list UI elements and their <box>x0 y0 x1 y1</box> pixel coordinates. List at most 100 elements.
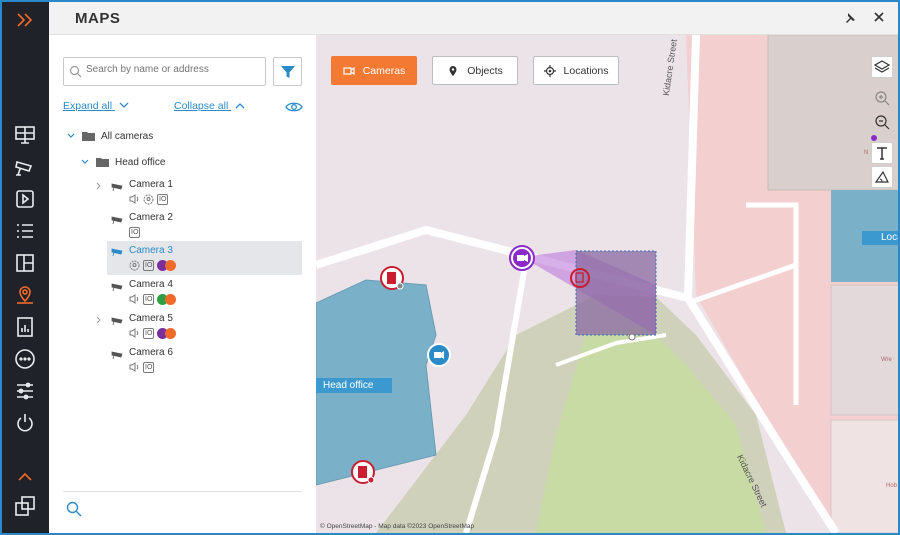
power-icon[interactable] <box>13 411 37 435</box>
map-view[interactable]: Cameras Objects Locations Kidacre Street… <box>316 35 900 533</box>
more-icon[interactable] <box>13 347 37 371</box>
camera-outline-icon <box>343 66 355 75</box>
status-dots <box>157 293 177 305</box>
collapse-all-label: Collapse all <box>174 100 229 112</box>
app-window: MAPS Expand all Collapse all All cameras <box>0 0 900 535</box>
divider <box>63 491 302 492</box>
text-tool-button[interactable] <box>871 142 893 164</box>
camera-name: Camera 5 <box>129 313 173 324</box>
title-bar: MAPS <box>49 2 898 35</box>
camera-panel: Expand all Collapse all All cameras Head… <box>49 35 316 533</box>
folder-icon <box>82 132 95 141</box>
object-marker[interactable] <box>351 460 375 484</box>
layers-icon <box>874 60 890 73</box>
map-attribution: © OpenStreetMap - Map data ©2023 OpenStr… <box>320 523 475 530</box>
camera-badges: IO <box>129 361 155 373</box>
camera-name: Camera 3 <box>129 245 173 256</box>
camera-list-item[interactable]: Camera 2 IO <box>107 211 302 244</box>
object-marker[interactable] <box>380 266 404 290</box>
map-pin-icon[interactable] <box>13 283 37 307</box>
zoom-in-button[interactable] <box>871 87 893 109</box>
camera-list-item[interactable]: Camera 1 IO <box>96 178 302 211</box>
nav-rail <box>2 2 49 533</box>
camera-icon <box>111 283 123 291</box>
chevron-double-right-icon[interactable] <box>13 8 37 32</box>
search-icon[interactable] <box>66 501 82 517</box>
map-canvas[interactable] <box>316 35 900 533</box>
search-icon <box>69 65 82 78</box>
chevron-up-icon <box>235 103 245 109</box>
text-tool-icon <box>877 147 887 160</box>
search-box[interactable] <box>63 57 266 86</box>
layers-button[interactable] <box>871 56 893 78</box>
camera-marker[interactable] <box>427 343 451 367</box>
camera-icon[interactable] <box>13 155 37 179</box>
chevron-right-icon[interactable] <box>95 316 103 324</box>
eye-icon[interactable] <box>285 100 303 114</box>
zoom-out-icon <box>875 115 890 130</box>
camera-name: Camera 1 <box>129 179 173 190</box>
face-detection-icon <box>143 194 154 204</box>
tab-cameras-label: Cameras <box>362 64 406 77</box>
tree-group-label: Head office <box>115 156 166 168</box>
filter-icon <box>280 65 295 78</box>
layout-icon[interactable] <box>13 251 37 275</box>
windows-icon[interactable] <box>13 494 37 518</box>
face-detection-icon <box>129 260 140 270</box>
tab-objects[interactable]: Objects <box>432 56 518 85</box>
io-icon: IO <box>157 193 169 205</box>
target-icon <box>543 64 556 77</box>
chevron-down-icon[interactable] <box>80 157 90 167</box>
list-icon[interactable] <box>13 219 37 243</box>
camera-icon <box>111 317 123 325</box>
filter-button[interactable] <box>273 57 302 86</box>
report-icon[interactable] <box>13 315 37 339</box>
camera-badges: IO <box>129 327 177 339</box>
building-label: Head office <box>316 378 392 393</box>
measure-button[interactable] <box>871 166 893 188</box>
io-icon: IO <box>129 226 141 238</box>
play-icon[interactable] <box>13 187 37 211</box>
chevron-down-icon[interactable] <box>66 131 76 141</box>
camera-list-item-selected[interactable]: Camera 3 IO <box>107 241 302 275</box>
tab-cameras[interactable]: Cameras <box>331 56 417 85</box>
camera-name: Camera 6 <box>129 347 173 358</box>
collapse-all-link[interactable]: Collapse all <box>174 100 245 112</box>
chevron-up-icon[interactable] <box>13 471 37 483</box>
camera-badges: IO <box>129 259 177 271</box>
folder-icon <box>96 158 109 167</box>
sound-icon <box>129 194 139 204</box>
chevron-down-icon <box>119 102 129 108</box>
measure-icon <box>874 170 889 183</box>
camera-preview[interactable] <box>576 251 656 335</box>
monitor-grid-icon[interactable] <box>13 123 37 147</box>
tree-root[interactable]: All cameras <box>66 128 153 144</box>
status-dots <box>157 327 177 339</box>
map-text: Hob <box>886 483 898 489</box>
location-label: Loca <box>862 231 898 245</box>
window-title: MAPS <box>75 10 121 27</box>
camera-badges: IO <box>129 293 177 305</box>
camera-icon <box>111 216 123 224</box>
camera-icon <box>111 183 123 191</box>
camera-list-item[interactable]: Camera 5 IO <box>96 312 302 345</box>
sliders-icon[interactable] <box>13 379 37 403</box>
pin-icon[interactable] <box>842 10 858 26</box>
camera-marker-selected[interactable] <box>509 245 535 271</box>
zoom-out-button[interactable] <box>871 111 893 133</box>
camera-icon <box>111 248 123 256</box>
camera-list-item[interactable]: Camera 6 IO <box>107 346 302 379</box>
camera-list-item[interactable]: Camera 4 IO <box>107 278 302 311</box>
search-input[interactable] <box>86 64 261 75</box>
camera-name: Camera 4 <box>129 279 173 290</box>
io-icon: IO <box>143 361 155 373</box>
camera-name: Camera 2 <box>129 212 173 223</box>
tab-locations[interactable]: Locations <box>533 56 619 85</box>
io-icon: IO <box>143 293 155 305</box>
expand-all-link[interactable]: Expand all <box>63 100 129 112</box>
map-text: N <box>864 150 869 156</box>
chevron-right-icon[interactable] <box>95 182 103 190</box>
tree-group[interactable]: Head office <box>80 154 165 170</box>
sound-icon <box>129 294 139 304</box>
close-icon[interactable] <box>870 8 888 26</box>
